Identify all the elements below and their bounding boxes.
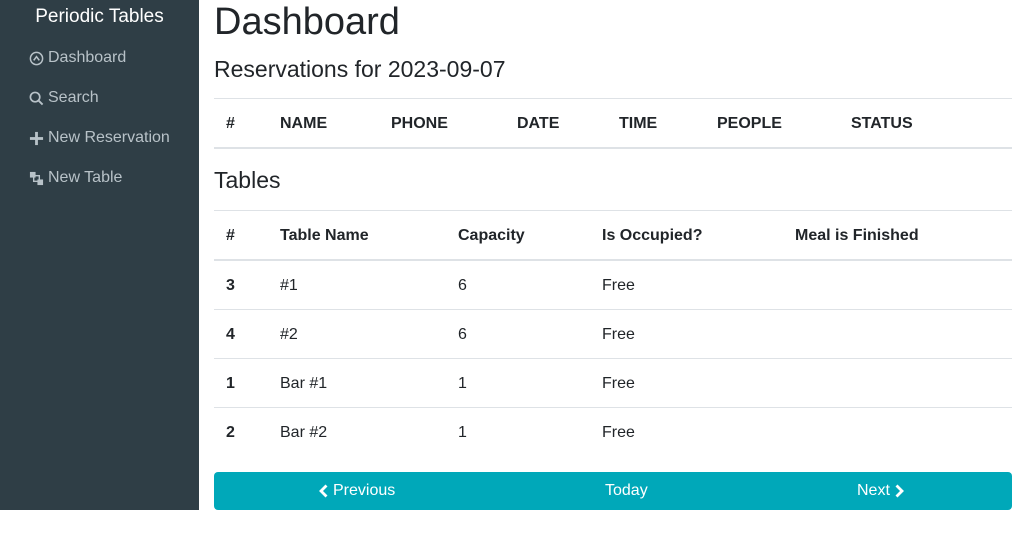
- table-name: Bar #2: [280, 424, 328, 441]
- table-capacity: 1: [458, 424, 467, 441]
- column-header: Capacity: [458, 227, 525, 244]
- table-capacity: 6: [458, 277, 467, 294]
- column-header: #: [226, 227, 235, 244]
- table-id: 4: [226, 326, 235, 343]
- column-header: NAME: [280, 115, 328, 132]
- column-header: #: [226, 115, 235, 132]
- chevron-left-icon: [318, 484, 329, 498]
- previous-button[interactable]: Previous: [318, 472, 395, 510]
- sidebar-item-new-table[interactable]: New Table: [28, 166, 122, 190]
- table-name: #2: [280, 326, 298, 343]
- sidebar-item-label: Search: [48, 89, 99, 106]
- column-header: STATUS: [851, 115, 913, 132]
- divider: [214, 407, 1012, 408]
- reservations-subtitle: Reservations for 2023-09-07: [214, 56, 506, 82]
- previous-label: Previous: [333, 482, 396, 499]
- divider: [214, 309, 1012, 310]
- page-title: Dashboard: [214, 1, 400, 43]
- today-button[interactable]: Today: [605, 472, 648, 510]
- sidebar-item-label: New Reservation: [48, 129, 170, 146]
- divider: [214, 147, 1012, 149]
- table-capacity: 6: [458, 326, 467, 343]
- next-button[interactable]: Next: [857, 472, 905, 510]
- column-header: Is Occupied?: [602, 227, 703, 244]
- column-header: DATE: [517, 115, 560, 132]
- column-header: Meal is Finished: [795, 227, 919, 244]
- divider: [214, 98, 1012, 99]
- table-status: Free: [602, 277, 635, 294]
- brand-title[interactable]: Periodic Tables: [0, 6, 199, 28]
- table-status: Free: [602, 424, 635, 441]
- sidebar: Periodic Tables Dashboard Search New Res…: [0, 0, 199, 510]
- table-id: 1: [226, 375, 235, 392]
- tables-title: Tables: [214, 167, 281, 193]
- dashboard-icon: [28, 50, 44, 66]
- table-id: 2: [226, 424, 235, 441]
- table-name: #1: [280, 277, 298, 294]
- table-name: Bar #1: [280, 375, 328, 392]
- divider: [214, 358, 1012, 359]
- search-icon: [28, 90, 44, 106]
- divider: [214, 259, 1012, 261]
- today-label: Today: [605, 482, 648, 499]
- table-id: 3: [226, 277, 235, 294]
- date-pager: Previous Today Next: [214, 472, 1012, 510]
- table-status: Free: [602, 375, 635, 392]
- table-status: Free: [602, 326, 635, 343]
- sidebar-item-label: Dashboard: [48, 49, 127, 66]
- divider: [214, 210, 1012, 211]
- plus-icon: [28, 130, 44, 146]
- chevron-right-icon: [894, 484, 905, 498]
- sidebar-item-label: New Table: [48, 169, 123, 186]
- sidebar-item-search[interactable]: Search: [28, 86, 99, 110]
- table-capacity: 1: [458, 375, 467, 392]
- column-header: TIME: [619, 115, 658, 132]
- sidebar-item-new-reservation[interactable]: New Reservation: [28, 126, 170, 150]
- sidebar-item-dashboard[interactable]: Dashboard: [28, 46, 126, 70]
- column-header: PHONE: [391, 115, 448, 132]
- layers-icon: [28, 170, 44, 186]
- next-label: Next: [857, 482, 890, 499]
- column-header: Table Name: [280, 227, 369, 244]
- column-header: PEOPLE: [717, 115, 782, 132]
